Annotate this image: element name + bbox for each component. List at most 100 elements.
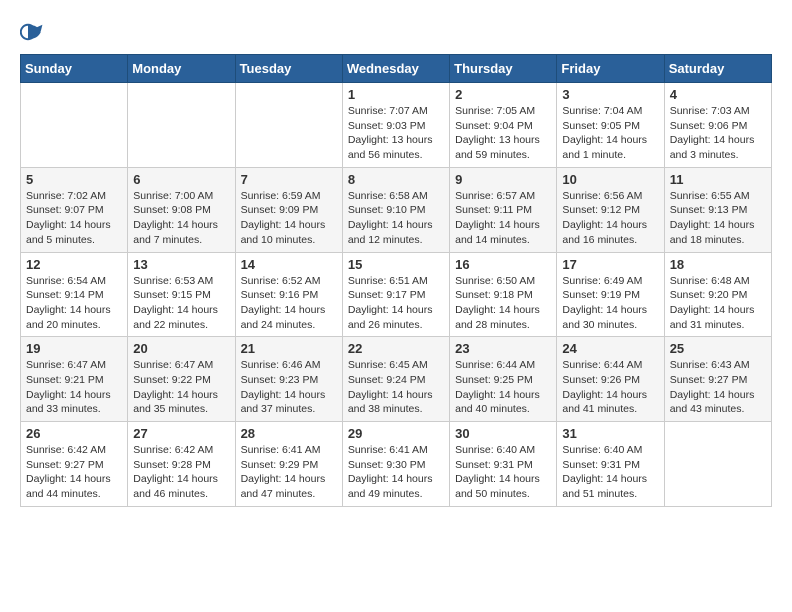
calendar-table: SundayMondayTuesdayWednesdayThursdayFrid…: [20, 54, 772, 507]
day-number: 13: [133, 257, 229, 272]
day-number: 31: [562, 426, 658, 441]
calendar-week-row: 5 Sunrise: 7:02 AMSunset: 9:07 PMDaylight…: [21, 167, 772, 252]
day-number: 24: [562, 341, 658, 356]
calendar-cell: 26 Sunrise: 6:42 AMSunset: 9:27 PMDayligh…: [21, 422, 128, 507]
calendar-cell: 8 Sunrise: 6:58 AMSunset: 9:10 PMDaylight…: [342, 167, 449, 252]
day-info: Sunrise: 6:41 AMSunset: 9:29 PMDaylight:…: [241, 443, 337, 502]
day-info: Sunrise: 6:57 AMSunset: 9:11 PMDaylight:…: [455, 189, 551, 248]
day-info: Sunrise: 6:52 AMSunset: 9:16 PMDaylight:…: [241, 274, 337, 333]
calendar-cell: 2Sunrise: 7:05 AMSunset: 9:04 PMDaylight…: [450, 83, 557, 168]
day-number: 9: [455, 172, 551, 187]
calendar-cell: 4 Sunrise: 7:03 AMSunset: 9:06 PMDaylight…: [664, 83, 771, 168]
day-info: Sunrise: 6:54 AMSunset: 9:14 PMDaylight:…: [26, 274, 122, 333]
day-info: Sunrise: 7:02 AMSunset: 9:07 PMDaylight:…: [26, 189, 122, 248]
day-info: Sunrise: 6:51 AMSunset: 9:17 PMDaylight:…: [348, 274, 444, 333]
day-info: Sunrise: 6:48 AMSunset: 9:20 PMDaylight:…: [670, 274, 766, 333]
calendar-cell: [664, 422, 771, 507]
day-number: 26: [26, 426, 122, 441]
calendar-cell: 14Sunrise: 6:52 AMSunset: 9:16 PMDayligh…: [235, 252, 342, 337]
day-number: 22: [348, 341, 444, 356]
day-info: Sunrise: 6:44 AMSunset: 9:26 PMDaylight:…: [562, 358, 658, 417]
day-info: Sunrise: 6:56 AMSunset: 9:12 PMDaylight:…: [562, 189, 658, 248]
day-info: Sunrise: 6:47 AMSunset: 9:22 PMDaylight:…: [133, 358, 229, 417]
day-number: 19: [26, 341, 122, 356]
calendar-cell: 17Sunrise: 6:49 AMSunset: 9:19 PMDayligh…: [557, 252, 664, 337]
calendar-cell: 19 Sunrise: 6:47 AMSunset: 9:21 PMDayligh…: [21, 337, 128, 422]
logo: [20, 20, 48, 44]
day-info: Sunrise: 6:42 AMSunset: 9:27 PMDaylight:…: [26, 443, 122, 502]
day-number: 4: [670, 87, 766, 102]
day-number: 1: [348, 87, 444, 102]
calendar-cell: [235, 83, 342, 168]
calendar-cell: 28Sunrise: 6:41 AMSunset: 9:29 PMDayligh…: [235, 422, 342, 507]
calendar-cell: 24 Sunrise: 6:44 AMSunset: 9:26 PMDayligh…: [557, 337, 664, 422]
calendar-cell: 31 Sunrise: 6:40 AMSunset: 9:31 PMDayligh…: [557, 422, 664, 507]
weekday-header: Tuesday: [235, 55, 342, 83]
header: [20, 20, 772, 44]
calendar-cell: 27 Sunrise: 6:42 AMSunset: 9:28 PMDayligh…: [128, 422, 235, 507]
day-number: 6: [133, 172, 229, 187]
day-info: Sunrise: 6:58 AMSunset: 9:10 PMDaylight:…: [348, 189, 444, 248]
calendar-cell: 18 Sunrise: 6:48 AMSunset: 9:20 PMDayligh…: [664, 252, 771, 337]
day-info: Sunrise: 6:40 AMSunset: 9:31 PMDaylight:…: [455, 443, 551, 502]
day-number: 7: [241, 172, 337, 187]
day-number: 25: [670, 341, 766, 356]
day-number: 12: [26, 257, 122, 272]
day-info: Sunrise: 6:46 AMSunset: 9:23 PMDaylight:…: [241, 358, 337, 417]
day-info: Sunrise: 7:03 AMSunset: 9:06 PMDaylight:…: [670, 104, 766, 163]
calendar-cell: 20 Sunrise: 6:47 AMSunset: 9:22 PMDayligh…: [128, 337, 235, 422]
day-info: Sunrise: 6:53 AMSunset: 9:15 PMDaylight:…: [133, 274, 229, 333]
day-number: 30: [455, 426, 551, 441]
calendar-cell: 5 Sunrise: 7:02 AMSunset: 9:07 PMDaylight…: [21, 167, 128, 252]
day-info: Sunrise: 7:00 AMSunset: 9:08 PMDaylight:…: [133, 189, 229, 248]
day-number: 27: [133, 426, 229, 441]
day-info: Sunrise: 6:42 AMSunset: 9:28 PMDaylight:…: [133, 443, 229, 502]
day-number: 18: [670, 257, 766, 272]
day-number: 8: [348, 172, 444, 187]
calendar-cell: 22 Sunrise: 6:45 AMSunset: 9:24 PMDayligh…: [342, 337, 449, 422]
day-info: Sunrise: 7:07 AMSunset: 9:03 PMDaylight:…: [348, 104, 444, 163]
day-info: Sunrise: 6:59 AMSunset: 9:09 PMDaylight:…: [241, 189, 337, 248]
calendar-cell: 10 Sunrise: 6:56 AMSunset: 9:12 PMDayligh…: [557, 167, 664, 252]
day-info: Sunrise: 6:44 AMSunset: 9:25 PMDaylight:…: [455, 358, 551, 417]
calendar-cell: [128, 83, 235, 168]
day-number: 15: [348, 257, 444, 272]
day-number: 21: [241, 341, 337, 356]
weekday-header: Saturday: [664, 55, 771, 83]
weekday-header: Monday: [128, 55, 235, 83]
weekday-header: Friday: [557, 55, 664, 83]
day-number: 20: [133, 341, 229, 356]
calendar-cell: 16Sunrise: 6:50 AMSunset: 9:18 PMDayligh…: [450, 252, 557, 337]
day-info: Sunrise: 6:47 AMSunset: 9:21 PMDaylight:…: [26, 358, 122, 417]
day-number: 16: [455, 257, 551, 272]
calendar-cell: 29 Sunrise: 6:41 AMSunset: 9:30 PMDayligh…: [342, 422, 449, 507]
logo-icon: [20, 20, 44, 44]
calendar-cell: 13 Sunrise: 6:53 AMSunset: 9:15 PMDayligh…: [128, 252, 235, 337]
calendar-cell: 23 Sunrise: 6:44 AMSunset: 9:25 PMDayligh…: [450, 337, 557, 422]
calendar-cell: [21, 83, 128, 168]
day-info: Sunrise: 6:41 AMSunset: 9:30 PMDaylight:…: [348, 443, 444, 502]
calendar-cell: 21 Sunrise: 6:46 AMSunset: 9:23 PMDayligh…: [235, 337, 342, 422]
calendar-cell: 3Sunrise: 7:04 AMSunset: 9:05 PMDaylight…: [557, 83, 664, 168]
calendar-cell: 12 Sunrise: 6:54 AMSunset: 9:14 PMDayligh…: [21, 252, 128, 337]
calendar-cell: 25 Sunrise: 6:43 AMSunset: 9:27 PMDayligh…: [664, 337, 771, 422]
calendar-week-row: 1 Sunrise: 7:07 AMSunset: 9:03 PMDaylight…: [21, 83, 772, 168]
day-info: Sunrise: 6:43 AMSunset: 9:27 PMDaylight:…: [670, 358, 766, 417]
day-number: 10: [562, 172, 658, 187]
day-number: 29: [348, 426, 444, 441]
day-info: Sunrise: 6:40 AMSunset: 9:31 PMDaylight:…: [562, 443, 658, 502]
day-number: 17: [562, 257, 658, 272]
weekday-header: Sunday: [21, 55, 128, 83]
day-number: 23: [455, 341, 551, 356]
calendar-cell: 9 Sunrise: 6:57 AMSunset: 9:11 PMDaylight…: [450, 167, 557, 252]
calendar-cell: 11Sunrise: 6:55 AMSunset: 9:13 PMDayligh…: [664, 167, 771, 252]
day-number: 11: [670, 172, 766, 187]
day-number: 3: [562, 87, 658, 102]
calendar-cell: 6 Sunrise: 7:00 AMSunset: 9:08 PMDaylight…: [128, 167, 235, 252]
calendar-cell: 30 Sunrise: 6:40 AMSunset: 9:31 PMDayligh…: [450, 422, 557, 507]
day-info: Sunrise: 7:05 AMSunset: 9:04 PMDaylight:…: [455, 104, 551, 163]
day-info: Sunrise: 6:45 AMSunset: 9:24 PMDaylight:…: [348, 358, 444, 417]
calendar-cell: 1 Sunrise: 7:07 AMSunset: 9:03 PMDaylight…: [342, 83, 449, 168]
calendar-week-row: 19 Sunrise: 6:47 AMSunset: 9:21 PMDayligh…: [21, 337, 772, 422]
day-number: 5: [26, 172, 122, 187]
